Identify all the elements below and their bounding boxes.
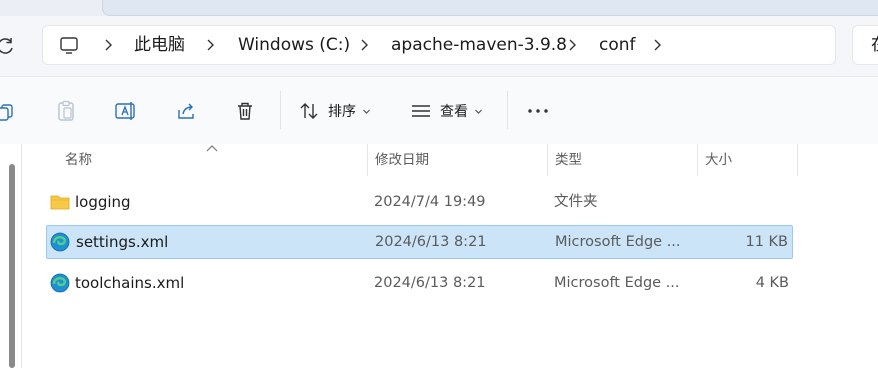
- view-button[interactable]: 查看: [410, 97, 483, 125]
- file-list: 名称 修改日期 类型 大小 logging 2024/7/4 19:49 文件夹…: [0, 144, 878, 368]
- toolbar-divider: [507, 91, 508, 129]
- breadcrumb-chevron-icon[interactable]: [567, 39, 579, 51]
- file-name: toolchains.xml: [75, 274, 185, 292]
- column-divider[interactable]: [547, 144, 548, 176]
- file-size: 11 KB: [745, 234, 788, 250]
- column-header-name[interactable]: 名称: [65, 144, 92, 176]
- sort-button[interactable]: 排序: [298, 97, 371, 125]
- command-bar: 排序 查看: [0, 76, 878, 144]
- breadcrumb-chevron-icon[interactable]: [205, 39, 217, 51]
- active-tab[interactable]: [102, 0, 878, 16]
- breadcrumb-chevron-icon[interactable]: [103, 39, 115, 51]
- file-explorer-window: 此电脑 Windows (C:) apache-maven-3.9.8 conf…: [0, 0, 878, 368]
- refresh-icon[interactable]: [0, 34, 18, 58]
- sort-icon: [300, 103, 318, 119]
- toolbar-divider: [280, 91, 281, 129]
- paste-button[interactable]: [55, 97, 77, 125]
- breadcrumb-chevron-icon[interactable]: [652, 39, 664, 51]
- breadcrumb-this-pc[interactable]: 此电脑: [134, 26, 185, 64]
- file-modified: 2024/6/13 8:21: [375, 234, 487, 250]
- column-divider[interactable]: [367, 144, 368, 176]
- breadcrumb-windows-c[interactable]: Windows (C:): [238, 26, 350, 64]
- rename-button[interactable]: [114, 97, 138, 125]
- file-size: 4 KB: [755, 275, 789, 291]
- chevron-down-icon: [475, 109, 482, 114]
- navigation-scrollbar[interactable]: [9, 164, 15, 368]
- file-modified: 2024/6/13 8:21: [374, 275, 486, 291]
- rename-icon: [115, 102, 135, 120]
- breadcrumb-conf[interactable]: conf: [599, 26, 636, 64]
- sort-ascending-icon: [206, 145, 218, 152]
- this-pc-icon[interactable]: [59, 36, 81, 56]
- file-name: settings.xml: [76, 233, 169, 251]
- table-row[interactable]: settings.xml 2024/6/13 8:21 Microsoft Ed…: [46, 225, 793, 259]
- more-options-button[interactable]: [526, 97, 550, 125]
- search-placeholder: 在: [871, 26, 878, 64]
- column-header-type[interactable]: 类型: [555, 144, 582, 176]
- paste-icon: [58, 100, 74, 121]
- copy-button[interactable]: [0, 97, 16, 125]
- edge-icon: [50, 273, 70, 293]
- address-bar[interactable]: 此电脑 Windows (C:) apache-maven-3.9.8 conf: [42, 25, 836, 65]
- file-name: logging: [75, 193, 131, 211]
- file-type: 文件夹: [554, 194, 598, 210]
- more-icon: [528, 109, 548, 113]
- table-row[interactable]: toolchains.xml 2024/6/13 8:21 Microsoft …: [46, 266, 793, 300]
- file-modified: 2024/7/4 19:49: [374, 194, 486, 210]
- edge-icon: [50, 232, 70, 252]
- file-type: Microsoft Edge ...: [555, 234, 681, 250]
- folder-icon: [50, 195, 70, 210]
- table-row[interactable]: logging 2024/7/4 19:49 文件夹: [46, 185, 793, 219]
- column-header-size[interactable]: 大小: [705, 144, 732, 176]
- sort-label: 排序: [328, 104, 356, 120]
- column-divider[interactable]: [797, 144, 798, 176]
- chevron-down-icon: [363, 109, 370, 114]
- delete-button[interactable]: [234, 97, 256, 125]
- address-row: 此电脑 Windows (C:) apache-maven-3.9.8 conf…: [0, 16, 878, 76]
- column-divider[interactable]: [697, 144, 698, 176]
- view-label: 查看: [440, 104, 468, 120]
- breadcrumb-chevron-icon[interactable]: [359, 39, 371, 51]
- view-list-icon: [412, 105, 430, 117]
- navigation-pane: [0, 144, 22, 368]
- breadcrumb-apache-maven[interactable]: apache-maven-3.9.8: [391, 26, 567, 64]
- column-header-modified[interactable]: 修改日期: [375, 144, 429, 176]
- search-input[interactable]: 在: [852, 25, 878, 65]
- file-type: Microsoft Edge ...: [554, 275, 680, 291]
- tab-strip: [0, 0, 878, 16]
- share-button[interactable]: [175, 97, 197, 125]
- copy-icon: [0, 104, 13, 121]
- share-icon: [178, 103, 194, 119]
- trash-icon: [238, 102, 252, 120]
